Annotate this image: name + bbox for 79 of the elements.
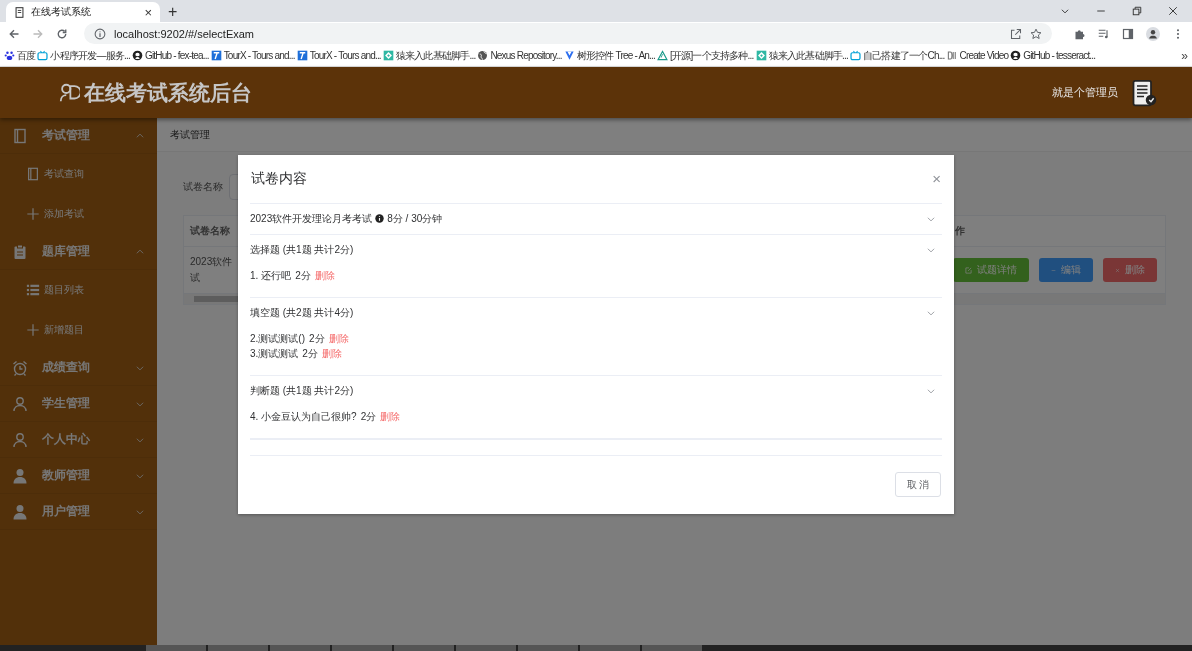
column-header: 试卷名称 [190, 224, 230, 238]
table-cell-text: 2023软件 试 [190, 255, 233, 285]
diamond-icon [755, 50, 767, 61]
collapse-header[interactable]: 填空题 (共2题 共计4分) [250, 297, 942, 328]
person-icon [12, 431, 28, 448]
column-header: 作 [955, 224, 965, 238]
tourx-icon [296, 50, 308, 61]
info-icon [94, 27, 106, 40]
breadcrumb[interactable]: 考试管理 [170, 127, 210, 142]
book-icon [12, 127, 28, 144]
plus-icon [26, 207, 40, 221]
dialog-title: 试卷内容 [251, 169, 308, 188]
diamond-icon [382, 50, 394, 61]
browser-tab[interactable]: 在线考试系统 × [6, 2, 160, 22]
side-panel-icon [1122, 27, 1134, 40]
github-icon [1010, 50, 1022, 61]
bookmark[interactable]: GitHub - tesseract... [1010, 50, 1096, 61]
close-icon [1168, 6, 1178, 16]
forward-icon [32, 27, 44, 40]
bookmark[interactable]: TourX - Tours and... [210, 50, 295, 61]
document-icon [14, 6, 25, 18]
bookmark[interactable]: [开源]一个支持多种... [657, 48, 754, 63]
collapse-header[interactable]: 选择题 (共1题 共计2分) [250, 234, 942, 265]
bookmark[interactable]: GitHub - fex-tea... [131, 50, 209, 61]
media-icon [1098, 27, 1110, 40]
address-bar[interactable]: localhost:9202/#/selectExam [84, 23, 1052, 44]
list-icon [26, 283, 40, 297]
back-icon [8, 27, 20, 40]
bookmark[interactable]: 小程序开发—服务... [37, 48, 130, 63]
profile-icon [1146, 26, 1160, 41]
reload-icon [56, 27, 68, 40]
question-item: 2.测试测试() 2分 删除 [250, 332, 350, 346]
person-icon [12, 467, 28, 484]
paw-icon [4, 50, 15, 61]
globe-icon [477, 50, 489, 61]
tourx-icon [210, 50, 222, 61]
bookmark[interactable]: 自己搭建了一个Ch... [850, 48, 945, 63]
bookmark[interactable]: 树形控件 Tree - An... [563, 48, 655, 63]
github-icon [131, 50, 143, 61]
bookmark[interactable]: 猿来入此基础脚手... [382, 48, 476, 63]
bookmark[interactable]: 猿来入此基础脚手... [755, 48, 849, 63]
book-icon [26, 167, 40, 181]
clipboard-icon [12, 243, 28, 260]
exam-paper-avatar-icon [1130, 78, 1158, 107]
restore-icon [1132, 6, 1142, 16]
puzzle-icon [1074, 27, 1086, 40]
triangle-icon [657, 50, 668, 61]
bookmark[interactable]: TourX - Tours and... [296, 50, 381, 61]
person-icon [12, 503, 28, 520]
field-label: 试卷名称 [183, 180, 223, 194]
plus-icon [26, 323, 40, 337]
collapse-header[interactable]: 判断题 (共1题 共计2分) [250, 375, 942, 406]
tab-title: 在线考试系统 [31, 5, 92, 19]
collapse-header[interactable]: 2023软件开发理论月考考试 8分 / 30分钟 [250, 203, 942, 234]
edit-icon [965, 265, 972, 275]
shield-icon [563, 50, 575, 61]
bookmark[interactable]: Create Video [946, 50, 1009, 61]
close-tab-button[interactable]: × [144, 4, 152, 20]
question-item: 4. 小金豆认为自己很帅? 2分 删除 [250, 410, 402, 424]
user-name: 就是个管理员 [1052, 85, 1118, 100]
bookmark[interactable]: Nexus Repository... [477, 50, 562, 61]
question-item: 1. 还行吧 2分 删除 [250, 269, 336, 283]
di-logo-icon [946, 50, 958, 61]
chevron-down-icon [1060, 6, 1070, 16]
star-icon [1030, 27, 1042, 40]
question-item: 3.测试测试 2分 删除 [250, 347, 343, 361]
new-tab-button[interactable]: + [160, 3, 186, 21]
tv-icon [37, 50, 49, 61]
person-icon [12, 395, 28, 412]
url-text: localhost:9202/#/selectExam [114, 27, 256, 40]
share-icon [1010, 27, 1022, 40]
tv-icon [850, 50, 862, 61]
info-icon [375, 214, 385, 224]
alarm-icon [12, 359, 28, 376]
logo-icon [58, 81, 80, 104]
more-bookmarks-button[interactable]: » [1179, 48, 1190, 63]
app-title: 在线考试系统后台 [84, 79, 252, 106]
bookmark[interactable]: 百度 [4, 48, 36, 63]
cancel-button[interactable]: 取 消 [895, 472, 941, 498]
